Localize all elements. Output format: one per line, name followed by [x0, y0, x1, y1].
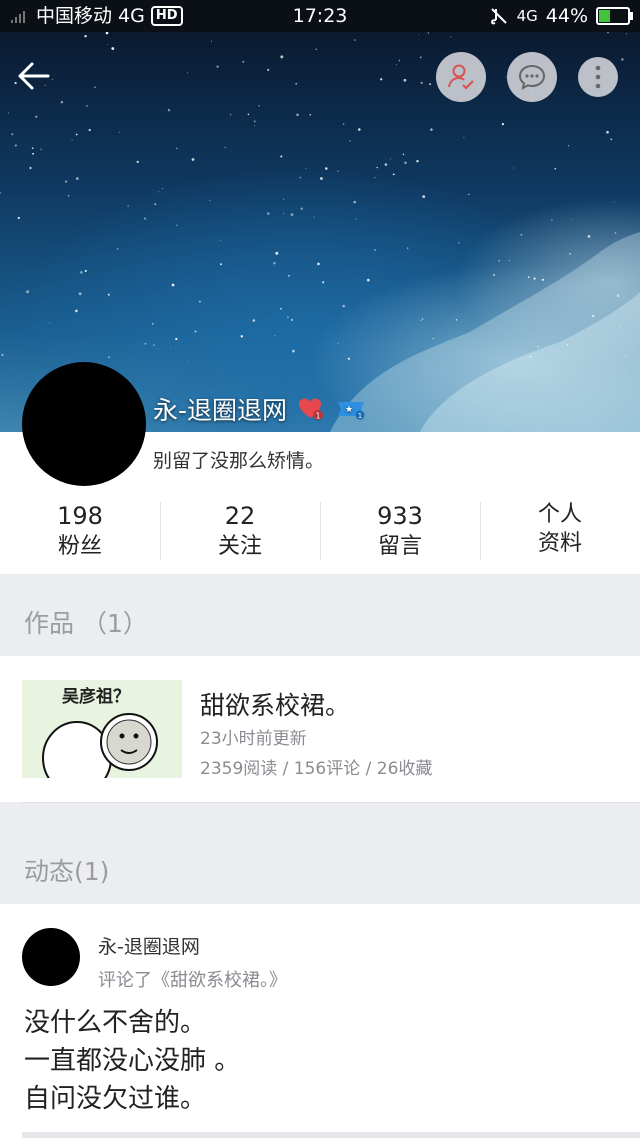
feed-section-title: 动态(1) [24, 857, 110, 886]
back-button[interactable] [12, 54, 56, 98]
stat-messages-label: 留言 [377, 534, 422, 559]
feed-username[interactable]: 永-退圈退网 [98, 932, 200, 959]
message-button[interactable] [507, 52, 557, 102]
level-badge-count: 1 [358, 412, 362, 420]
works-section-title: 作品 （1） [24, 609, 148, 638]
stat-fans-count: 198 [57, 502, 103, 530]
stat-fans-label: 粉丝 [57, 534, 102, 559]
status-right: 4G 44% [489, 0, 633, 32]
work-thumbnail: 吴彦祖？ [22, 680, 182, 778]
work-stats: 2359阅读 / 156评论 / 26收藏 [200, 759, 433, 779]
svg-text:★: ★ [345, 405, 353, 415]
profile-avatar[interactable] [22, 362, 146, 486]
stats-row: 198 粉丝 22 关注 933 留言 个人 资料 [0, 500, 640, 566]
stat-following-count: 22 [224, 502, 256, 530]
work-item[interactable]: 吴彦祖？ 甜欲系校裙。 23小时前更新 2359阅读 / 156评论 / 26收… [0, 656, 640, 802]
profile-username: 永-退圈退网 [153, 396, 288, 425]
profile-info-label-1: 个人 [537, 502, 582, 527]
status-bar: 中国移动 4G HD 17:23 4G 44% [0, 0, 640, 32]
battery-percent: 44% [545, 5, 588, 27]
more-button[interactable] [578, 57, 618, 97]
stat-messages-count: 933 [377, 502, 423, 530]
profile-name-row: 永-退圈退网 1 ★ 1 [153, 391, 367, 427]
arrow-left-icon [18, 62, 50, 90]
stat-fans[interactable]: 198 粉丝 [0, 500, 160, 566]
heart-badge-count: 1 [315, 412, 320, 421]
feed-line: 自问没欠过谁。 [24, 1084, 207, 1114]
level-badge-icon[interactable]: ★ 1 [335, 397, 367, 421]
follow-button[interactable] [436, 52, 486, 102]
stat-following-label: 关注 [217, 534, 262, 559]
work-title: 甜欲系校裙。 [200, 691, 351, 720]
feed-item[interactable]: 永-退圈退网 评论了《甜欲系校裙。》 没什么不舍的。 一直都没心没肺 。 自问没… [0, 904, 640, 1138]
feed-avatar[interactable] [22, 928, 80, 986]
work-updated: 23小时前更新 [200, 729, 307, 749]
stat-messages[interactable]: 933 留言 [320, 500, 480, 566]
more-vertical-icon [595, 65, 601, 89]
user-check-icon [448, 64, 474, 90]
mute-icon [490, 8, 507, 25]
feed-content: 没什么不舍的。 一直都没心没肺 。 自问没欠过谁。 [24, 1004, 240, 1118]
feed-line: 没什么不舍的。 [24, 1008, 207, 1038]
stat-following[interactable]: 22 关注 [160, 500, 320, 566]
divider [22, 802, 640, 803]
network-type: 4G [516, 7, 538, 25]
feed-action[interactable]: 评论了《甜欲系校裙。》 [98, 966, 287, 992]
feed-bottom-bar [22, 1132, 640, 1138]
feed-line: 一直都没心没肺 。 [24, 1046, 241, 1076]
battery-icon [596, 7, 633, 25]
heart-badge-icon[interactable]: 1 [297, 397, 325, 421]
chat-bubble-icon [518, 64, 546, 90]
profile-signature: 别留了没那么矫情。 [153, 450, 325, 472]
meme-drawing [42, 713, 158, 778]
profile-info-label-2: 资料 [537, 531, 582, 556]
stat-profile-info[interactable]: 个人 资料 [480, 500, 640, 566]
